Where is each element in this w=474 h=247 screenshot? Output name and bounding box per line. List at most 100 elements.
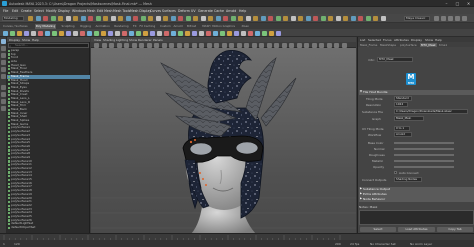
outliner-menu-help[interactable]: Help (32, 38, 39, 42)
menu-edit-mesh[interactable]: Edit Mesh (97, 9, 113, 13)
status-tool-icon[interactable] (35, 16, 41, 21)
select-button[interactable]: Select (360, 226, 396, 232)
time-slider[interactable] (0, 233, 474, 241)
outliner-search-input[interactable]: Search... (8, 43, 89, 48)
menu-file[interactable]: File (3, 9, 8, 13)
outliner-menu-display[interactable]: Display (9, 38, 20, 42)
shelf-tool-icon[interactable] (87, 30, 92, 36)
viewport-tool-icon[interactable] (274, 42, 279, 48)
status-tool-icon[interactable] (185, 16, 191, 21)
status-tool-icon[interactable] (58, 16, 63, 21)
status-tool-icon[interactable] (230, 16, 236, 21)
viewport-tool-icon[interactable] (184, 42, 189, 48)
shelf-tool-icon[interactable] (150, 30, 155, 36)
status-tool-icon[interactable] (350, 16, 356, 21)
section-node-behavior[interactable]: ▶ Node Behavior (359, 197, 474, 202)
toggle-tool-settings-icon[interactable] (462, 16, 467, 21)
character-set-dropdown[interactable]: No Character Set (370, 242, 396, 246)
shelf-tool-icon[interactable] (206, 30, 211, 36)
menu-help[interactable]: Help (239, 9, 246, 13)
viewport-tool-icon[interactable] (139, 42, 144, 48)
shelf-tool-icon[interactable] (269, 30, 274, 36)
status-tool-icon[interactable] (103, 16, 108, 21)
viewport-tool-icon[interactable] (214, 42, 219, 48)
maximize-button[interactable]: □ (452, 0, 463, 7)
rotate-tool-icon[interactable] (1, 67, 6, 72)
viewport-tool-icon[interactable] (109, 42, 114, 48)
status-tool-icon[interactable] (148, 16, 153, 21)
shelf-tool-icon[interactable] (59, 30, 64, 36)
status-tool-icon[interactable] (253, 16, 258, 21)
menu-select[interactable]: Select (34, 9, 44, 13)
shelf-tool-icon[interactable] (45, 30, 50, 36)
viewport-tool-icon[interactable] (229, 42, 234, 48)
shelf-tool-icon[interactable] (10, 30, 15, 36)
menu-uv[interactable]: UV (191, 9, 196, 13)
toggle-channel-box-icon[interactable] (455, 16, 460, 21)
shelf-tool-icon[interactable] (94, 30, 99, 36)
status-tool-icon[interactable] (298, 16, 303, 21)
viewport-tool-icon[interactable] (221, 42, 227, 48)
shelf-tool-icon[interactable] (262, 30, 267, 36)
viewport-tool-icon[interactable] (131, 42, 137, 48)
outliner-item[interactable]: defaultObjectSet (7, 225, 90, 230)
status-tool-icon[interactable] (43, 16, 48, 21)
connect-outputs-dropdown[interactable]: Shading Nodes (394, 177, 422, 182)
viewport-tool-icon[interactable] (161, 42, 167, 48)
tiling-mode-dropdown[interactable]: Standard (394, 96, 412, 101)
shelf-tool-icon[interactable] (157, 30, 162, 36)
load-attributes-button[interactable]: Load Attributes (398, 226, 435, 232)
shelf-tool-icon[interactable] (66, 30, 71, 36)
opacity-slider[interactable] (394, 166, 454, 168)
shelf-tool-icon[interactable] (241, 30, 246, 36)
status-tool-icon[interactable] (268, 16, 273, 21)
uv-tiling-dropdown[interactable]: 0 to 1 (394, 126, 410, 131)
scale-tool-icon[interactable] (1, 74, 6, 79)
viewport-tool-icon[interactable] (289, 42, 294, 48)
notes-textarea[interactable] (359, 210, 474, 225)
status-tool-icon[interactable] (95, 16, 101, 21)
menu-mesh[interactable]: Mesh (87, 9, 95, 13)
shelf-tool-icon[interactable] (164, 30, 169, 36)
viewport-tool-icon[interactable] (326, 42, 332, 48)
viewport-tool-icon[interactable] (311, 42, 317, 48)
status-tool-icon[interactable] (238, 16, 243, 21)
menu-mesh-tools[interactable]: Mesh Tools (113, 9, 130, 13)
viewport-tool-icon[interactable] (251, 42, 257, 48)
status-tool-icon[interactable] (50, 16, 56, 21)
four-view-layout-icon[interactable] (1, 92, 6, 97)
normal-slider[interactable] (394, 148, 454, 150)
status-tool-icon[interactable] (163, 16, 168, 21)
shelf-tool-icon[interactable] (199, 30, 204, 36)
minimize-button[interactable]: – (441, 0, 452, 7)
status-tool-icon[interactable] (215, 16, 221, 21)
graph-dropdown[interactable]: Mask_Main (394, 116, 424, 121)
shelf-tool-icon[interactable] (122, 30, 127, 36)
shelf-tool-icon[interactable] (178, 30, 183, 36)
viewport-tool-icon[interactable] (94, 42, 99, 48)
shelf-tool-icon[interactable] (80, 30, 85, 36)
shelf-tool-icon[interactable] (3, 30, 8, 36)
status-tool-icon[interactable] (193, 16, 198, 21)
status-tool-icon[interactable] (208, 16, 213, 21)
shelf-tool-icon[interactable] (73, 30, 78, 36)
status-tool-icon[interactable] (358, 16, 363, 21)
menu-cache[interactable]: Cache (214, 9, 224, 13)
viewport-tool-icon[interactable] (154, 42, 159, 48)
viewport-tool-icon[interactable] (101, 42, 107, 48)
status-tool-icon[interactable] (328, 16, 333, 21)
range-start-field[interactable]: 1 (3, 242, 5, 246)
shelf-tool-icon[interactable] (227, 30, 232, 36)
auto-connect-checkbox[interactable] (394, 171, 398, 175)
status-tool-icon[interactable] (305, 16, 311, 21)
workspace-dropdown[interactable]: Maya Classic (404, 16, 430, 21)
viewport-tool-icon[interactable] (281, 42, 287, 48)
paint-select-tool-icon[interactable] (1, 53, 6, 58)
status-tool-icon[interactable] (290, 16, 296, 21)
single-layout-icon[interactable] (1, 85, 6, 90)
menu-create[interactable]: Create (21, 9, 32, 13)
menu-deform[interactable]: Deform (178, 9, 190, 13)
shelf-tool-icon[interactable] (192, 30, 197, 36)
shelf-tool-icon[interactable] (101, 30, 106, 36)
status-tool-icon[interactable] (170, 16, 176, 21)
